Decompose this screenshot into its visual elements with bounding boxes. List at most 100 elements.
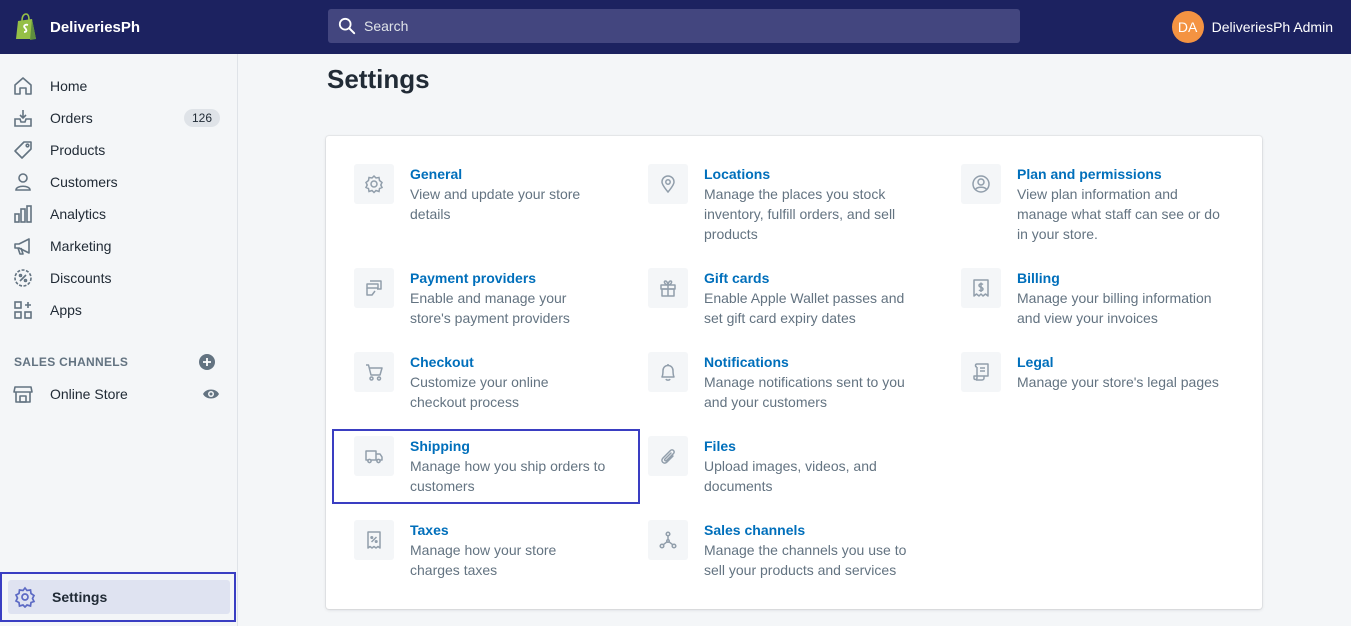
home-icon — [14, 77, 32, 95]
orders-count-badge: 126 — [183, 109, 220, 127]
sidebar-item-online-store[interactable]: Online Store — [12, 379, 230, 409]
setting-description: Enable and manage your store's payment pr… — [410, 290, 570, 326]
payment-icon — [366, 280, 382, 296]
sidebar-item-label: Marketing — [50, 238, 112, 254]
invoice-icon — [973, 279, 989, 297]
setting-title: Locations — [704, 166, 771, 182]
setting-icon-box — [648, 268, 688, 308]
sidebar-item-label: Apps — [50, 302, 82, 318]
setting-description: Manage your billing information and view … — [1017, 290, 1212, 326]
setting-icon-box — [961, 268, 1001, 308]
setting-description: Manage notifications sent to you and your… — [704, 374, 905, 410]
user-circle-icon — [972, 175, 990, 193]
setting-gift-cards[interactable]: Gift cards Enable Apple Wallet passes an… — [648, 268, 904, 328]
sidebar-item-label: Products — [50, 142, 106, 158]
sidebar-item-label: Orders — [50, 110, 93, 126]
megaphone-icon — [14, 238, 30, 255]
setting-plan-and-permissions[interactable]: Plan and permissions View plan informati… — [961, 164, 1220, 244]
settings-card: General View and update your store detail… — [326, 136, 1262, 609]
sidebar-item-discounts[interactable]: Discounts — [12, 263, 230, 293]
setting-description: View plan information and manage what sta… — [1017, 186, 1220, 242]
search-icon — [338, 17, 356, 35]
setting-general[interactable]: General View and update your store detail… — [354, 164, 580, 224]
store-name: DeliveriesPh — [50, 18, 141, 36]
paperclip-icon — [661, 449, 675, 464]
location-pin-icon — [661, 175, 675, 194]
sidebar-item-label: Home — [50, 78, 88, 94]
setting-title: Billing — [1017, 270, 1060, 286]
setting-sales-channels[interactable]: Sales channels Manage the channels you u… — [648, 520, 906, 580]
setting-icon-box — [961, 164, 1001, 204]
avatar: DA — [1171, 11, 1204, 43]
sidebar: Home Orders 126 Products Customers Analy… — [0, 54, 238, 626]
apps-icon — [14, 301, 32, 319]
setting-legal[interactable]: Legal Manage your store's legal pages — [961, 352, 1219, 392]
sales-channels-heading: SALES CHANNELS — [14, 355, 129, 369]
shipping-highlight-box — [332, 429, 640, 504]
setting-notifications[interactable]: Notifications Manage notifications sent … — [648, 352, 905, 412]
setting-title: Files — [704, 438, 736, 454]
setting-checkout[interactable]: Checkout Customize your online checkout p… — [354, 352, 549, 412]
sidebar-item-label: Discounts — [50, 270, 112, 286]
sidebar-item-label: Customers — [50, 174, 118, 190]
setting-title: Sales channels — [704, 522, 806, 538]
setting-description: Upload images, videos, and documents — [704, 458, 877, 494]
sidebar-item-home[interactable]: Home — [12, 71, 230, 101]
setting-title: Plan and permissions — [1017, 166, 1162, 182]
setting-taxes[interactable]: Taxes Manage how your store charges taxes — [354, 520, 556, 580]
setting-icon-box — [354, 352, 394, 392]
user-name: DeliveriesPh Admin — [1211, 19, 1333, 35]
sidebar-item-settings[interactable]: Settings — [0, 572, 236, 622]
cart-icon — [366, 364, 383, 381]
setting-title: Payment providers — [410, 270, 537, 286]
sidebar-item-products[interactable]: Products — [12, 135, 230, 165]
channels-icon — [659, 531, 677, 549]
sidebar-item-analytics[interactable]: Analytics — [12, 199, 230, 229]
gear-icon — [364, 174, 384, 194]
bell-icon — [661, 364, 675, 381]
setting-description: Enable Apple Wallet passes and set gift c… — [704, 290, 905, 326]
setting-title: Checkout — [410, 354, 474, 370]
page-title: Settings — [327, 64, 430, 94]
setting-description: Manage your store's legal pages — [1017, 374, 1219, 390]
discount-icon — [14, 269, 32, 287]
setting-title: Taxes — [410, 522, 449, 538]
setting-icon-box — [648, 520, 688, 560]
setting-files[interactable]: Files Upload images, videos, and document… — [648, 436, 877, 496]
person-icon — [15, 173, 31, 191]
setting-title: Gift cards — [704, 270, 770, 286]
sidebar-item-orders[interactable]: Orders 126 — [12, 103, 230, 133]
sidebar-item-marketing[interactable]: Marketing — [12, 231, 230, 261]
gift-icon — [660, 280, 676, 297]
setting-payment-providers[interactable]: Payment providers Enable and manage your… — [354, 268, 570, 328]
search-input[interactable] — [364, 18, 1004, 34]
store-brand[interactable]: DeliveriesPh — [14, 13, 140, 41]
sidebar-item-apps[interactable]: Apps — [12, 295, 230, 325]
setting-description: View and update your store details — [410, 186, 581, 222]
sidebar-item-customers[interactable]: Customers — [12, 167, 230, 197]
shopify-bag-icon — [16, 13, 36, 40]
orders-icon — [14, 110, 32, 127]
setting-description: Manage how your store charges taxes — [410, 542, 557, 578]
store-icon — [13, 386, 33, 403]
setting-title: Notifications — [704, 354, 789, 370]
search-bar[interactable] — [328, 9, 1020, 43]
setting-billing[interactable]: Billing Manage your billing information a… — [961, 268, 1212, 328]
sidebar-item-label: Settings — [52, 589, 108, 605]
top-bar: DeliveriesPh DA DeliveriesPh Admin — [0, 0, 1351, 54]
setting-icon-box — [354, 520, 394, 560]
setting-title: Legal — [1017, 354, 1054, 370]
add-sales-channel-icon[interactable] — [199, 354, 215, 370]
setting-description: Customize your online checkout process — [410, 374, 549, 410]
tag-icon — [14, 141, 32, 159]
setting-icon-box — [354, 268, 394, 308]
settings-active-background: Settings — [8, 580, 230, 614]
gear-icon — [14, 586, 36, 608]
setting-locations[interactable]: Locations Manage the places you stock inv… — [648, 164, 895, 244]
legal-document-icon — [973, 363, 989, 381]
bar-chart-icon — [14, 205, 32, 223]
eye-icon[interactable] — [202, 385, 220, 403]
user-menu[interactable]: DA DeliveriesPh Admin — [1171, 11, 1333, 43]
setting-icon-box — [648, 164, 688, 204]
setting-icon-box — [648, 436, 688, 476]
